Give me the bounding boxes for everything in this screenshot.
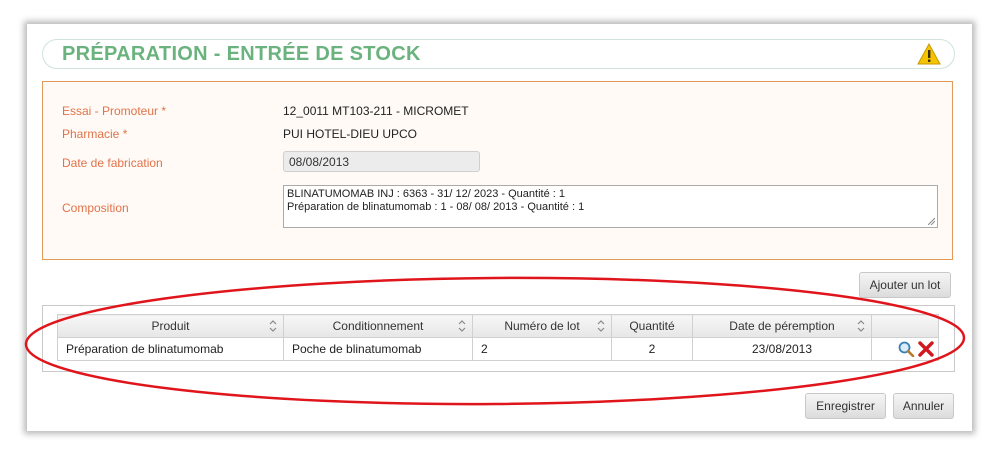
cell-conditionnement: Poche de blinatumomab [283,337,473,361]
sort-icon[interactable] [458,319,466,333]
sort-icon[interactable] [857,319,865,333]
column-header-label: Quantité [629,319,675,333]
cell-numero-lot: 2 [472,337,612,361]
delete-icon[interactable] [918,341,934,357]
lots-table-panel: Produit Conditionnement Numéro de lot Qu… [42,305,955,372]
column-header-date-peremption[interactable]: Date de péremption [692,314,872,338]
column-header-label: Numéro de lot [504,319,580,333]
column-header-numero-lot[interactable]: Numéro de lot [472,314,612,338]
composition-label: Composition [62,201,129,215]
cancel-button[interactable]: Annuler [893,393,954,419]
sort-icon[interactable] [269,319,277,333]
column-header-actions [871,314,939,338]
composition-line-2: Préparation de blinatumomab : 1 - 08/ 08… [287,201,585,213]
essai-label: Essai - Promoteur * [62,104,167,118]
warning-icon[interactable] [917,43,941,65]
composition-textarea[interactable]: BLINATUMOMAB INJ : 6363 - 31/ 12/ 2023 -… [283,185,938,228]
essai-value: 12_0011 MT103-211 - MICROMET [283,104,469,118]
page-title: PRÉPARATION - ENTRÉE DE STOCK [62,43,421,65]
column-header-label: Conditionnement [332,319,424,333]
pharmacie-label: Pharmacie * [62,127,128,141]
page-header: PRÉPARATION - ENTRÉE DE STOCK [42,39,955,69]
pharmacie-value: PUI HOTEL-DIEU UPCO [283,127,418,141]
table-row[interactable]: Préparation de blinatumomab Poche de bli… [57,337,939,361]
add-lot-button[interactable]: Ajouter un lot [859,272,951,298]
magnifier-icon[interactable] [898,341,915,357]
lots-table: Produit Conditionnement Numéro de lot Qu… [57,314,939,361]
date-fabrication-field[interactable]: 08/08/2013 [283,151,480,172]
cell-quantite: 2 [611,337,693,361]
composition-line-1: BLINATUMOMAB INJ : 6363 - 31/ 12/ 2023 -… [287,188,565,200]
cell-date-peremption: 23/08/2013 [692,337,872,361]
save-button[interactable]: Enregistrer [805,393,886,419]
cell-produit: Préparation de blinatumomab [57,337,284,361]
column-header-quantite[interactable]: Quantité [611,314,693,338]
column-header-label: Date de péremption [729,319,835,333]
column-header-produit[interactable]: Produit [57,314,284,338]
column-header-label: Produit [151,319,190,333]
preparation-form: Essai - Promoteur * 12_0011 MT103-211 - … [42,81,953,260]
resize-grip-icon[interactable] [928,218,935,225]
sort-icon[interactable] [597,319,605,333]
cell-actions [871,337,939,361]
date-fabrication-label: Date de fabrication [62,156,163,170]
column-header-conditionnement[interactable]: Conditionnement [283,314,473,338]
